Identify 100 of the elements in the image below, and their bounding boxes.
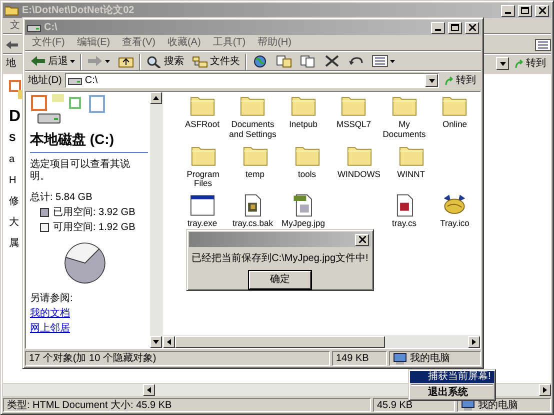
views-button[interactable] bbox=[369, 54, 398, 69]
back-arrow-icon bbox=[30, 55, 46, 68]
views-icon bbox=[372, 55, 388, 68]
file-label[interactable]: tray.cs bbox=[392, 219, 416, 229]
file-label[interactable]: WINDOWS bbox=[338, 170, 380, 180]
menu-item[interactable]: 退出系统 bbox=[410, 387, 494, 399]
folders-button[interactable]: 文件夹 bbox=[189, 54, 243, 69]
file-label[interactable]: MyJpeg.jpg bbox=[282, 219, 325, 229]
dropdown-button[interactable] bbox=[496, 57, 509, 70]
right-arrow-icon bbox=[543, 387, 547, 393]
menu-item[interactable]: 编辑(E) bbox=[72, 37, 116, 49]
back-arrow-icon[interactable] bbox=[5, 40, 19, 50]
file-label[interactable]: My Documents bbox=[379, 120, 430, 140]
scroll-down-button[interactable] bbox=[150, 336, 162, 348]
folder-icon[interactable] bbox=[290, 94, 316, 118]
computer-icon bbox=[393, 352, 407, 364]
go-button[interactable]: 转到 bbox=[442, 74, 478, 86]
file-label[interactable]: tools bbox=[298, 170, 316, 180]
menu-item[interactable]: 查看(V) bbox=[117, 37, 160, 49]
folders-icon bbox=[192, 55, 208, 68]
maximize-icon bbox=[451, 24, 459, 31]
globe-icon bbox=[252, 55, 268, 68]
file-label[interactable]: Program Files bbox=[177, 170, 229, 190]
link[interactable]: 我的文档 bbox=[30, 308, 70, 319]
file-label[interactable]: tray.exe bbox=[187, 219, 218, 229]
menu-item[interactable]: 工具(T) bbox=[208, 37, 251, 49]
up-arrow-icon bbox=[153, 96, 159, 100]
folder-icon[interactable] bbox=[240, 94, 266, 118]
file-label[interactable]: Documents and Settings bbox=[228, 120, 278, 140]
scroll-left-button[interactable] bbox=[143, 384, 155, 396]
close-button[interactable] bbox=[535, 4, 549, 16]
file-label[interactable]: tray.cs.bak bbox=[232, 219, 273, 229]
maximize-button[interactable] bbox=[448, 22, 462, 34]
file-label[interactable]: WINNT bbox=[397, 170, 425, 180]
file-label[interactable]: Online bbox=[442, 120, 468, 130]
go-arrow-icon bbox=[514, 58, 524, 68]
total-text: 总计: 5.84 GB bbox=[30, 192, 94, 204]
menu-item[interactable]: 文件(F) bbox=[27, 37, 70, 49]
views-icon[interactable] bbox=[535, 38, 551, 50]
scroll-right-button[interactable] bbox=[468, 336, 480, 348]
folder-icon[interactable] bbox=[442, 94, 468, 118]
left-arrow-icon bbox=[147, 387, 151, 393]
close-button[interactable] bbox=[355, 234, 369, 246]
folder-icon bbox=[5, 5, 19, 16]
drive-icon bbox=[68, 76, 82, 84]
dropdown-button[interactable] bbox=[425, 74, 438, 87]
back-button[interactable]: 后退 bbox=[27, 54, 78, 69]
folder-icon[interactable] bbox=[392, 94, 417, 118]
file-label[interactable]: MSSQL7 bbox=[336, 120, 371, 130]
menu-item[interactable]: 收藏(A) bbox=[162, 37, 206, 49]
window-title: C:\ bbox=[44, 22, 58, 34]
text-fragment: 大 bbox=[9, 217, 19, 230]
close-button[interactable] bbox=[465, 22, 479, 34]
see-also-label: 另请参阅: bbox=[30, 292, 74, 305]
caret-icon bbox=[428, 78, 434, 82]
maximize-button[interactable] bbox=[518, 4, 532, 16]
minimize-button[interactable] bbox=[431, 22, 445, 34]
window-icon[interactable] bbox=[190, 193, 215, 218]
file-label[interactable]: ASFRoot bbox=[185, 120, 220, 130]
link[interactable]: 网上邻居 bbox=[30, 322, 70, 334]
forward-arrow-icon bbox=[87, 55, 103, 68]
heading-text: D bbox=[9, 107, 21, 126]
minimize-button[interactable] bbox=[501, 4, 515, 16]
menu-item[interactable]: 帮助(H) bbox=[252, 37, 296, 49]
text-fragment: 属 bbox=[9, 238, 19, 250]
ok-button[interactable]: 确定 bbox=[249, 271, 311, 289]
address-field[interactable]: C:\ bbox=[64, 73, 439, 88]
delete-icon bbox=[324, 55, 340, 68]
file-label[interactable]: Inetpub bbox=[289, 120, 318, 130]
search-button[interactable]: 搜索 bbox=[143, 54, 187, 69]
undo-icon bbox=[348, 55, 364, 68]
file-label[interactable]: temp bbox=[246, 170, 264, 180]
menu-item[interactable]: 捕获当前屏幕! bbox=[410, 371, 494, 383]
scroll-left-button[interactable] bbox=[163, 336, 175, 348]
scroll-up-button[interactable] bbox=[150, 92, 162, 104]
text-fragment: a bbox=[9, 154, 15, 166]
close-icon bbox=[468, 24, 476, 31]
menu-item[interactable]: 文 bbox=[5, 20, 25, 32]
scroll-right-button[interactable] bbox=[539, 384, 551, 396]
text-fragment: S bbox=[9, 133, 16, 146]
window-title: E:\DotNet\DotNet论文02 bbox=[22, 4, 134, 16]
scroll-thumb[interactable] bbox=[175, 336, 385, 348]
folder-icon[interactable] bbox=[341, 94, 366, 118]
maximize-icon bbox=[521, 7, 529, 14]
file-label[interactable]: Tray.ico bbox=[440, 219, 470, 229]
folder-up-icon bbox=[118, 55, 134, 68]
caret-icon bbox=[105, 60, 110, 63]
close-icon bbox=[538, 7, 546, 14]
text-fragment: H bbox=[9, 175, 16, 188]
folder-icon[interactable] bbox=[190, 94, 215, 118]
dialog-message: 已经把当前保存到C:\MyJpeg.jpg文件中! bbox=[190, 253, 370, 265]
legend-label: 已用空间: 3.92 GB bbox=[53, 206, 136, 219]
right-arrow-icon bbox=[472, 338, 476, 344]
go-arrow-icon bbox=[444, 76, 454, 86]
go-button[interactable]: 转到 bbox=[512, 58, 548, 70]
status-size: 149 KB bbox=[332, 351, 387, 366]
search-icon bbox=[146, 55, 162, 68]
address-label: 地址(D) bbox=[28, 74, 62, 86]
status-text: 17 个对象(加 10 个隐藏对象) bbox=[25, 351, 330, 366]
caret-icon bbox=[70, 60, 75, 63]
